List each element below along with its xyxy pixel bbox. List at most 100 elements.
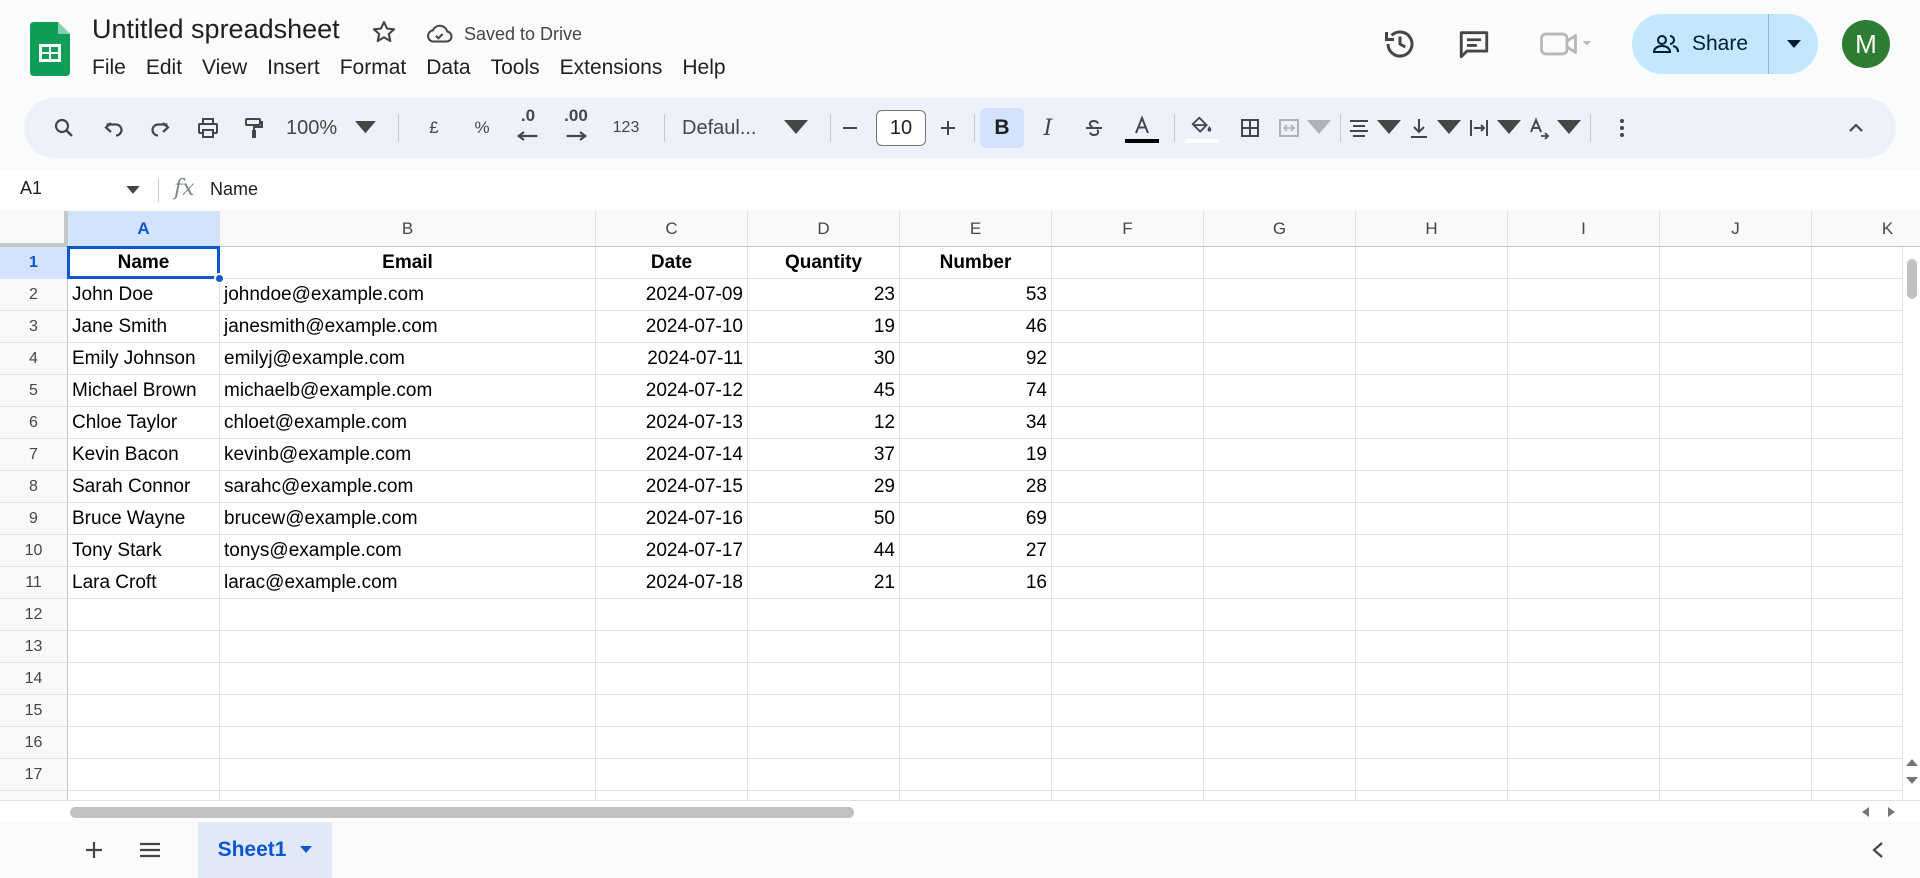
cell-j7[interactable] (1660, 439, 1812, 471)
caret-down-icon[interactable] (300, 846, 313, 854)
column-header-g[interactable]: G (1204, 211, 1356, 247)
cell-a12[interactable] (68, 599, 220, 631)
cell-j11[interactable] (1660, 567, 1812, 599)
cell-i16[interactable] (1508, 727, 1660, 759)
horizontal-scrollbar[interactable] (0, 800, 1920, 822)
cell-f8[interactable] (1052, 471, 1204, 503)
cell-g8[interactable] (1204, 471, 1356, 503)
cell-f13[interactable] (1052, 631, 1204, 663)
cell-g7[interactable] (1204, 439, 1356, 471)
cell-c13[interactable] (596, 631, 748, 663)
row-header-8[interactable]: 8 (0, 471, 68, 503)
cell-b6[interactable]: chloet@example.com (220, 407, 596, 439)
cell-c4[interactable]: 2024-07-11 (596, 343, 748, 375)
cell-b1[interactable]: Email (220, 247, 596, 279)
zoom-select[interactable]: 100% (286, 108, 376, 148)
text-color-button[interactable] (1120, 108, 1164, 148)
column-header-k[interactable]: K (1812, 211, 1920, 247)
cell-h8[interactable] (1356, 471, 1508, 503)
collapse-menus-icon[interactable] (1836, 108, 1876, 148)
vertical-scroll-thumb[interactable] (1907, 259, 1917, 299)
cell-e5[interactable]: 74 (900, 375, 1052, 407)
cell-g17[interactable] (1204, 759, 1356, 791)
cell-d3[interactable]: 19 (748, 311, 900, 343)
cell-g1[interactable] (1204, 247, 1356, 279)
select-all-corner[interactable] (0, 211, 68, 247)
cell-a11[interactable]: Lara Croft (68, 567, 220, 599)
cell-d4[interactable]: 30 (748, 343, 900, 375)
more-options-icon[interactable] (1604, 108, 1640, 148)
row-header-14[interactable]: 14 (0, 663, 68, 695)
row-header-5[interactable]: 5 (0, 375, 68, 407)
cell-j3[interactable] (1660, 311, 1812, 343)
strikethrough-icon[interactable] (1074, 108, 1114, 148)
cell-d6[interactable]: 12 (748, 407, 900, 439)
cell-g6[interactable] (1204, 407, 1356, 439)
cell-j6[interactable] (1660, 407, 1812, 439)
cell-j15[interactable] (1660, 695, 1812, 727)
cell-e14[interactable] (900, 663, 1052, 695)
cell-i1[interactable] (1508, 247, 1660, 279)
row-header-13[interactable]: 13 (0, 631, 68, 663)
cell-a4[interactable]: Emily Johnson (68, 343, 220, 375)
cell-a1[interactable]: Name (68, 247, 220, 279)
cell-a13[interactable] (68, 631, 220, 663)
cell-h1[interactable] (1356, 247, 1508, 279)
cell-f6[interactable] (1052, 407, 1204, 439)
print-icon[interactable] (188, 108, 228, 148)
fill-handle[interactable] (214, 273, 225, 284)
cell-j9[interactable] (1660, 503, 1812, 535)
cell-j4[interactable] (1660, 343, 1812, 375)
cell-h7[interactable] (1356, 439, 1508, 471)
menu-edit[interactable]: Edit (136, 54, 192, 82)
cell-g16[interactable] (1204, 727, 1356, 759)
cell-j14[interactable] (1660, 663, 1812, 695)
increase-font-size-icon[interactable] (930, 108, 966, 148)
cell-a17[interactable] (68, 759, 220, 791)
cell-f1[interactable] (1052, 247, 1204, 279)
share-button[interactable]: Share (1632, 14, 1768, 74)
cell-i10[interactable] (1508, 535, 1660, 567)
undo-icon[interactable] (94, 108, 134, 148)
sheets-logo-icon[interactable] (30, 22, 70, 76)
text-rotation-button[interactable] (1526, 108, 1582, 148)
cell-i13[interactable] (1508, 631, 1660, 663)
cell-d1[interactable]: Quantity (748, 247, 900, 279)
paint-format-icon[interactable] (234, 108, 274, 148)
menu-file[interactable]: File (92, 54, 136, 82)
cell-j8[interactable] (1660, 471, 1812, 503)
column-header-h[interactable]: H (1356, 211, 1508, 247)
cell-f3[interactable] (1052, 311, 1204, 343)
italic-button[interactable]: I (1028, 108, 1068, 148)
cell-g13[interactable] (1204, 631, 1356, 663)
cell-b10[interactable]: tonys@example.com (220, 535, 596, 567)
cell-f12[interactable] (1052, 599, 1204, 631)
cell-a5[interactable]: Michael Brown (68, 375, 220, 407)
increase-decimal-button[interactable]: .00 (554, 107, 598, 148)
cell-d17[interactable] (748, 759, 900, 791)
cell-e4[interactable]: 92 (900, 343, 1052, 375)
scroll-right-arrow-icon[interactable] (1888, 807, 1896, 817)
column-header-b[interactable]: B (220, 211, 596, 247)
cell-g11[interactable] (1204, 567, 1356, 599)
cell-d13[interactable] (748, 631, 900, 663)
cell-e9[interactable]: 69 (900, 503, 1052, 535)
cell-f14[interactable] (1052, 663, 1204, 695)
cell-b2[interactable]: johndoe@example.com (220, 279, 596, 311)
cell-j12[interactable] (1660, 599, 1812, 631)
cell-h4[interactable] (1356, 343, 1508, 375)
row-header-15[interactable]: 15 (0, 695, 68, 727)
cell-e11[interactable]: 16 (900, 567, 1052, 599)
menu-data[interactable]: Data (416, 54, 480, 82)
more-formats-button[interactable]: 123 (602, 108, 650, 148)
cell-b9[interactable]: brucew@example.com (220, 503, 596, 535)
cell-d7[interactable]: 37 (748, 439, 900, 471)
cell-a15[interactable] (68, 695, 220, 727)
column-header-e[interactable]: E (900, 211, 1052, 247)
column-header-d[interactable]: D (748, 211, 900, 247)
cell-d11[interactable]: 21 (748, 567, 900, 599)
document-title[interactable]: Untitled spreadsheet (92, 14, 340, 45)
cell-d5[interactable]: 45 (748, 375, 900, 407)
cell-e8[interactable]: 28 (900, 471, 1052, 503)
cell-j1[interactable] (1660, 247, 1812, 279)
